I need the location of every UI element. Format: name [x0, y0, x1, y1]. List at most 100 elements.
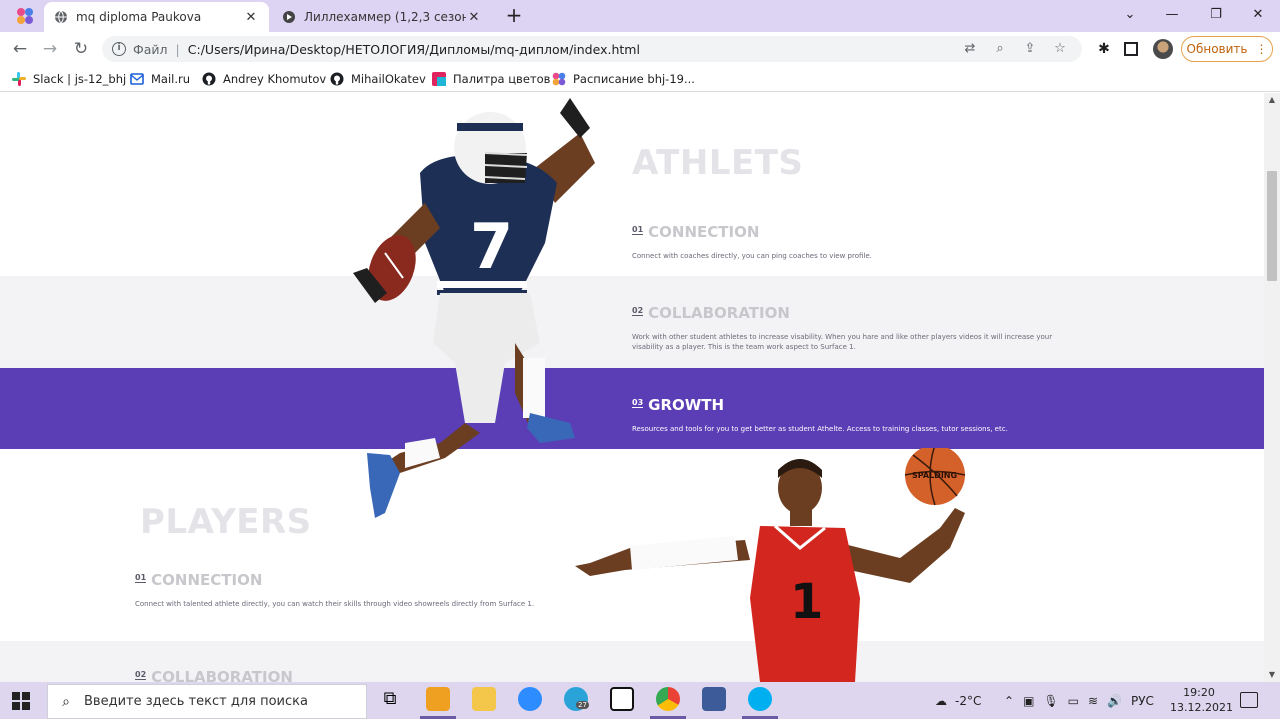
schedule-icon: [552, 72, 566, 86]
bookmark-label: Палитра цветов: [453, 72, 551, 86]
bookmark-label: Расписание bhj-19...: [573, 72, 695, 86]
tab-title: mq diploma Paukova: [76, 10, 202, 24]
chevron-up-icon[interactable]: ⌃: [1004, 694, 1014, 708]
volume-icon[interactable]: 🔊: [1107, 694, 1122, 708]
page-scrollbar[interactable]: ▲ ▼: [1264, 93, 1280, 682]
file-explorer-icon[interactable]: [472, 687, 496, 711]
slack-icon: [12, 72, 26, 86]
network-app-icon[interactable]: [702, 687, 726, 711]
palette-icon: [432, 72, 446, 86]
tab-bar: mq diploma Paukova ✕ Лиллехаммер (1,2,3 …: [0, 0, 1280, 32]
video-icon: [283, 11, 295, 23]
page-viewport: ATHLETS 01 CONNECTION Connect with coach…: [0, 93, 1280, 682]
feature-title: CONNECTION: [648, 223, 760, 241]
new-tab-button[interactable]: +: [504, 5, 524, 25]
forward-arrow-icon[interactable]: →: [39, 38, 61, 60]
more-menu-icon: ⋮: [1255, 42, 1268, 56]
skype-icon[interactable]: [742, 687, 778, 719]
update-button[interactable]: Обновить ⋮: [1181, 36, 1273, 62]
clock-date: 13.12.2021: [1170, 701, 1233, 714]
feature-title: CONNECTION: [151, 571, 263, 589]
url-scheme-label: Файл: [133, 41, 168, 57]
athlets-title: ATHLETS: [632, 143, 804, 183]
basketball-player-image: 1 SPALDING: [575, 448, 966, 682]
bookmark-label: Mail.ru: [151, 72, 191, 86]
telegram-icon[interactable]: 27: [564, 687, 589, 711]
avatar[interactable]: [1153, 39, 1173, 59]
translate-icon[interactable]: ⇄: [962, 41, 978, 57]
bookmark-mihailokatev[interactable]: MihailOkatev: [330, 70, 426, 88]
feature-number: 02: [135, 670, 147, 680]
bookmark-schedule[interactable]: Расписание bhj-19...: [552, 70, 695, 88]
url-text[interactable]: C:/Users/Ирина/Desktop/НЕТОЛОГИЯ/Дипломы…: [188, 42, 962, 57]
tab-mq-diploma[interactable]: mq diploma Paukova ✕: [44, 2, 269, 32]
bookmark-star-icon[interactable]: ☆: [1052, 41, 1068, 57]
clock[interactable]: 19:20 13.12.2021: [1170, 685, 1233, 715]
zoom-app-icon[interactable]: [518, 687, 542, 711]
tab-search-chevron-icon[interactable]: ⌄: [1118, 4, 1142, 26]
bookmark-label: Slack | js-12_bhj: [33, 72, 127, 86]
feature-number: 01: [632, 225, 644, 235]
app-logo-icon[interactable]: [16, 7, 34, 25]
bookmark-andrey-khomutov[interactable]: Andrey Khomutov: [202, 70, 326, 88]
back-arrow-icon[interactable]: ←: [9, 38, 31, 60]
info-icon[interactable]: i: [112, 42, 126, 56]
extensions-puzzle-icon[interactable]: ✱: [1095, 40, 1113, 58]
bookmark-mailru[interactable]: Mail.ru: [130, 70, 190, 88]
scroll-up-arrow-icon[interactable]: ▲: [1264, 93, 1280, 107]
jersey-number: 7: [470, 210, 513, 283]
reload-icon[interactable]: ↻: [70, 38, 92, 60]
microphone-icon[interactable]: 🎙: [1043, 694, 1058, 708]
feature-title: COLLABORATION: [648, 304, 790, 322]
zoom-icon[interactable]: ⌕: [992, 41, 1008, 57]
feature-number: 01: [135, 573, 147, 583]
url-separator: |: [175, 41, 180, 57]
jersey-number: 1: [790, 574, 823, 630]
address-bar[interactable]: i Файл | C:/Users/Ирина/Desktop/НЕТОЛОГИ…: [102, 36, 1082, 62]
feature-description: Resources and tools for you to get bette…: [632, 425, 1008, 433]
chrome-icon[interactable]: [650, 687, 686, 719]
battery-icon[interactable]: ▭: [1068, 694, 1079, 708]
browser-toolbar: ← → ↻ i Файл | C:/Users/Ирина/Desktop/НЕ…: [0, 32, 1280, 66]
taskbar-search-input[interactable]: ⌕ Введите здесь текст для поиска: [47, 684, 367, 719]
players-feature-collaboration: 02 COLLABORATION: [135, 668, 293, 682]
weather-icon: ☁: [935, 693, 947, 708]
scrollbar-thumb[interactable]: [1267, 171, 1277, 281]
telegram-badge: 27: [576, 701, 589, 709]
bookmark-label: MihailOkatev: [351, 72, 426, 86]
close-tab-icon[interactable]: ✕: [466, 10, 482, 25]
tab-title: Лиллехаммер (1,2,3 сезон) смот: [304, 10, 466, 24]
bookmark-slack[interactable]: Slack | js-12_bhj: [12, 70, 126, 88]
weather-widget[interactable]: ☁ -2°C: [935, 682, 981, 719]
tab-lillehammer[interactable]: Лиллехаммер (1,2,3 сезон) смот ✕: [272, 2, 492, 32]
restore-button[interactable]: ❐: [1204, 4, 1228, 26]
notifications-icon[interactable]: [1240, 692, 1258, 708]
notion-icon[interactable]: [610, 687, 634, 711]
close-window-button[interactable]: ✕: [1246, 4, 1270, 26]
language-indicator[interactable]: РУС: [1131, 694, 1154, 708]
scroll-down-arrow-icon[interactable]: ▼: [1264, 668, 1280, 682]
wifi-icon[interactable]: ≋: [1088, 694, 1098, 708]
side-panel-icon[interactable]: [1124, 42, 1138, 56]
bookmark-label: Andrey Khomutov: [223, 72, 327, 86]
weather-temp: -2°C: [955, 693, 982, 708]
windows-taskbar: ⌕ Введите здесь текст для поиска ⧉ 27 ☁ …: [0, 682, 1280, 719]
update-button-label: Обновить: [1186, 42, 1248, 56]
windows-start-icon[interactable]: [12, 692, 30, 710]
sublime-text-icon[interactable]: [420, 687, 456, 719]
globe-icon: [55, 10, 67, 24]
athlets-feature-connection: 01 CONNECTION Connect with coaches direc…: [632, 223, 1062, 261]
search-placeholder: Введите здесь текст для поиска: [84, 694, 308, 709]
athlets-feature-growth: 03 GROWTH Resources and tools for you to…: [632, 396, 1072, 434]
players-title: PLAYERS: [140, 502, 312, 542]
minimize-button[interactable]: —: [1160, 4, 1184, 26]
bookmark-palette[interactable]: Палитра цветов: [432, 70, 550, 88]
clock-time: 19:20: [1183, 686, 1215, 699]
feature-description: Connect with coaches directly, you can p…: [632, 252, 872, 260]
close-tab-icon[interactable]: ✕: [243, 10, 259, 25]
system-tray: ⌃ ▣ 🎙 ▭ ≋ 🔊 РУС: [1004, 682, 1154, 719]
meet-icon[interactable]: ▣: [1023, 694, 1034, 708]
athlets-feature-collaboration: 02 COLLABORATION Work with other student…: [632, 304, 1062, 352]
share-icon[interactable]: ⇪: [1022, 41, 1038, 57]
task-view-icon[interactable]: ⧉: [378, 687, 402, 711]
